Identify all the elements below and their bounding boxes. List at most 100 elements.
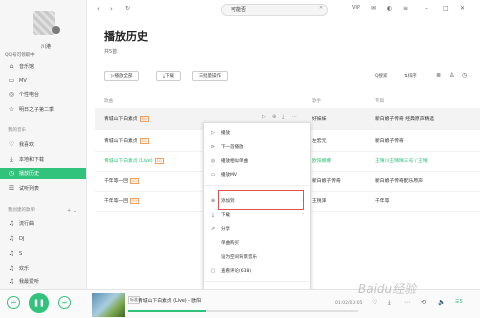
sidebar-playlist[interactable]: ♫ DJ: [0, 233, 86, 244]
sidebar-item-favorites[interactable]: ♡ 我喜欢: [0, 139, 86, 150]
sidebar-item-label: 我喜欢: [19, 142, 35, 148]
song-album[interactable]: 千年等: [375, 197, 389, 204]
menu-item-play-mv[interactable]: ▭ 播放MV: [204, 169, 310, 180]
sidebar-playlist[interactable]: ♫ 流行曲: [0, 218, 86, 229]
add-icon[interactable]: ⊕: [272, 114, 276, 120]
menu-item-share[interactable]: ⇗ 分享: [204, 223, 310, 234]
progress-fill: [128, 310, 206, 312]
close-icon[interactable]: ✕: [460, 5, 465, 12]
song-title: 青城山下白素贞 SQ: [104, 116, 149, 122]
sidebar-item-mv[interactable]: ▭ MV: [0, 75, 86, 86]
sidebar-playlist[interactable]: ♫ S: [0, 248, 86, 259]
list-icon: ☰: [8, 185, 15, 192]
comment-icon: ▢: [210, 267, 216, 274]
next-button[interactable]: ⏭: [58, 296, 71, 309]
back-button[interactable]: ‹: [97, 5, 100, 13]
menu-item-buy[interactable]: 单曲购买: [204, 237, 310, 248]
sort-tool[interactable]: ⇅排序: [404, 73, 417, 79]
play-icon[interactable]: ▷: [262, 114, 266, 120]
download-icon: ⤓: [211, 211, 215, 218]
song-singer[interactable]: 好妹妹: [312, 115, 326, 122]
menu-divider: [204, 185, 310, 186]
refresh-button[interactable]: ↻: [125, 5, 130, 12]
share-icon: ⇗: [210, 225, 216, 232]
menu-item-play-similar[interactable]: ◎ 播放相似单曲: [204, 155, 310, 166]
song-count: 共5首: [104, 49, 118, 55]
album-cover[interactable]: [92, 293, 125, 317]
song-singer[interactable]: 左宏元: [312, 137, 326, 144]
song-singer[interactable]: 欧阳娜娜: [312, 157, 331, 164]
sidebar-item-label: MV: [19, 77, 27, 84]
download-button[interactable]: ⤓下载: [156, 71, 181, 81]
header-album[interactable]: 专辑: [375, 98, 384, 104]
sidebar-item-label: 流行曲: [19, 221, 35, 227]
loop-icon[interactable]: ⟲: [421, 299, 426, 306]
sidebar-item-label: 播放历史: [19, 171, 40, 177]
menu-icon[interactable]: ≡: [403, 5, 408, 12]
maximize-icon[interactable]: □: [443, 5, 449, 12]
song-album[interactable]: 新白娘子传奇 经典原声精选: [375, 115, 434, 122]
pause-button[interactable]: ❚❚: [29, 293, 49, 313]
forward-button[interactable]: ›: [110, 5, 113, 13]
minimize-icon[interactable]: –: [425, 5, 428, 12]
skin-icon[interactable]: ◐: [387, 5, 392, 12]
home-icon: ⌂: [9, 63, 14, 70]
avatar-badge: [52, 26, 60, 34]
song-singer[interactable]: 王锐泽: [312, 197, 326, 204]
sidebar-item-label: 试听列表: [19, 186, 40, 192]
playlist-tools[interactable]: + ⌄: [67, 208, 77, 214]
header-song[interactable]: 歌曲: [104, 98, 113, 104]
sidebar-item-radio[interactable]: ◎ 个性电台: [0, 89, 86, 100]
sidebar-item-trial-list[interactable]: ☰ 试听列表: [0, 183, 86, 194]
menu-item-set-bgm[interactable]: 设为空间背景音乐: [204, 251, 310, 262]
sidebar-item-music-hall[interactable]: ⌂ 音乐馆: [0, 61, 86, 72]
more-icon[interactable]: ⋯: [404, 299, 410, 306]
playlist-count[interactable]: ☰5: [455, 299, 463, 305]
menu-item-play-next[interactable]: ⊳ 下一首播放: [204, 141, 310, 152]
heart-icon[interactable]: ♡: [372, 299, 377, 306]
highlight-box: [218, 190, 304, 210]
volume-icon[interactable]: 🔈: [438, 299, 445, 306]
chevron-right-icon: ›: [302, 212, 304, 217]
vip-button[interactable]: VIP: [352, 5, 360, 11]
sidebar-playlist[interactable]: ♫ 欢乐: [0, 263, 86, 274]
menu-item-comments[interactable]: ▢ 查看评论(638): [204, 265, 310, 276]
header-singer[interactable]: 歌手: [312, 98, 321, 104]
clear-search-icon[interactable]: ✕: [319, 5, 323, 11]
sq-badge: SQ: [130, 198, 139, 204]
sidebar-item-show[interactable]: ☆ 明日之子第二季: [0, 104, 86, 115]
download-icon: ⤓: [10, 155, 13, 163]
song-album[interactable]: 新白娘子传奇配乐原声: [375, 177, 423, 184]
vip-status[interactable]: QQ号可领取中: [5, 52, 35, 58]
more-icon[interactable]: ⋯: [292, 114, 297, 120]
song-title: 千年等一回 SQ: [104, 198, 139, 204]
watermark: Baidu经验: [358, 282, 417, 296]
song-album[interactable]: 王晴川王晴晴三号 / 王晴: [375, 157, 428, 164]
menu-item-download[interactable]: ⤓ 下载 ›: [204, 209, 310, 220]
search-input[interactable]: 可能否: [221, 4, 328, 16]
song-singer[interactable]: 新白娘子传奇: [312, 177, 341, 184]
sidebar-playlist[interactable]: ♫ 我最爱听: [0, 276, 86, 287]
sidebar-item-history[interactable]: ◷ 播放历史: [0, 168, 86, 179]
batch-button[interactable]: ☰批量操作: [192, 71, 229, 81]
menu-item-play[interactable]: ▷ 播放: [204, 127, 310, 138]
download-icon[interactable]: ⤓: [282, 114, 284, 120]
sidebar-item-label: 本地和下载: [19, 157, 45, 163]
search-tool[interactable]: Q搜索: [375, 73, 388, 79]
list-view-icon[interactable]: ≣: [436, 72, 441, 79]
download-icon[interactable]: ⤓: [388, 299, 391, 307]
username[interactable]: 川港: [41, 43, 51, 50]
section-created-playlists: 我创建的歌单: [8, 208, 35, 213]
now-playing-title[interactable]: 青城山下白素贞 (Live) - 欧阳: [138, 297, 201, 304]
clock-icon[interactable]: ◷: [462, 72, 467, 79]
similar-icon: ◎: [210, 157, 216, 164]
sidebar-item-local-download[interactable]: ⤓ 本地和下载: [0, 154, 86, 165]
sq-badge: SQ: [154, 158, 164, 164]
song-album[interactable]: 新白娘子传奇: [375, 137, 404, 144]
heart-icon: ♡: [8, 141, 15, 148]
add-icon: ⊕: [210, 197, 216, 204]
previous-button[interactable]: ⏮: [7, 296, 20, 309]
user-icon[interactable]: ♙: [449, 72, 454, 79]
play-all-button[interactable]: ▷播放全部: [104, 71, 140, 81]
mail-icon[interactable]: ✉: [371, 5, 376, 12]
